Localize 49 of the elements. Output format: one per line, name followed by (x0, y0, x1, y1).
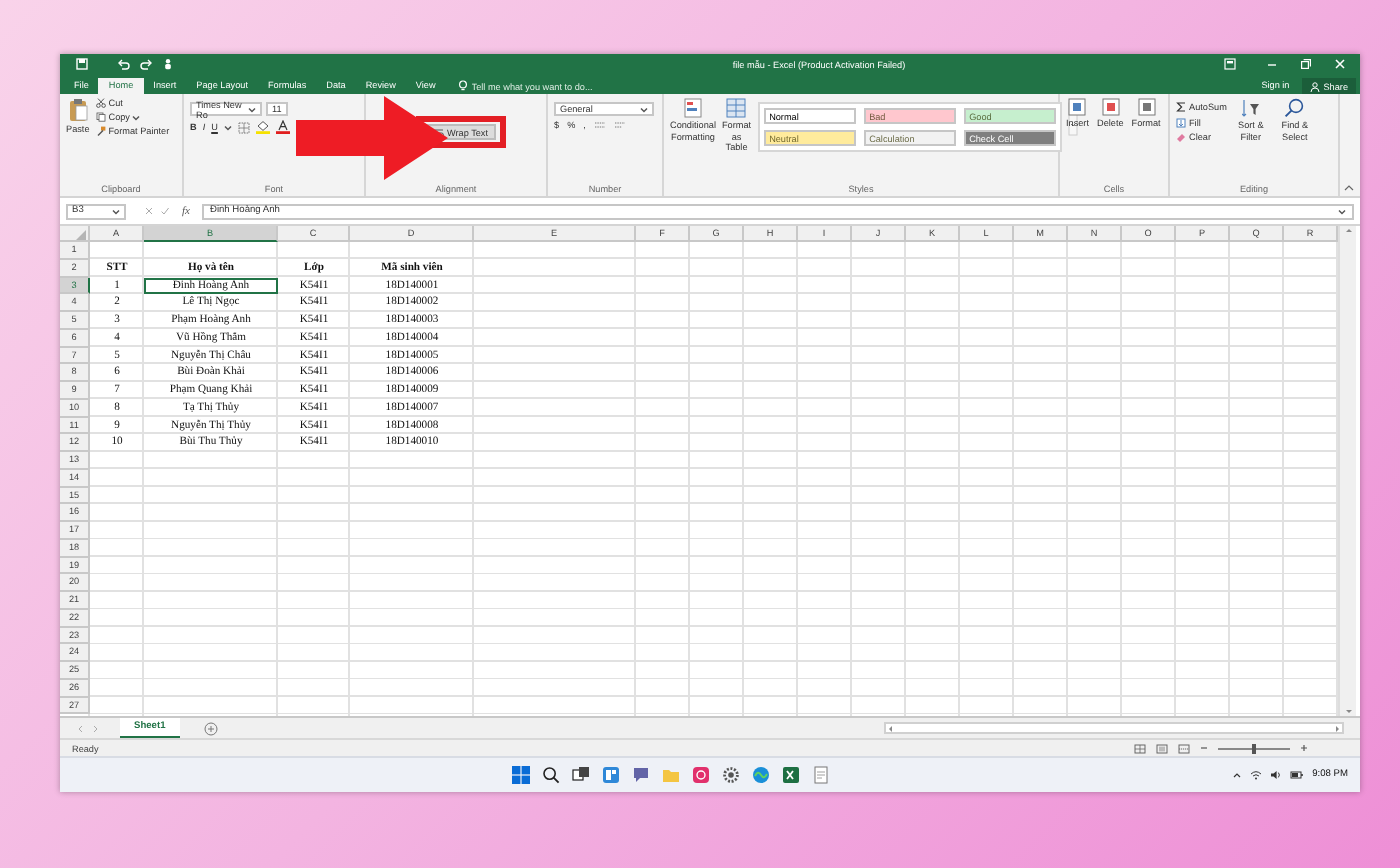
eraser-icon (1176, 132, 1186, 142)
copy-icon (95, 112, 106, 122)
horizontal-scrollbar[interactable] (884, 722, 1344, 734)
scroll-right-icon[interactable] (1334, 723, 1342, 733)
save-icon[interactable] (76, 58, 88, 70)
search-icon[interactable] (542, 766, 560, 784)
caret-icon[interactable] (640, 105, 648, 113)
page-layout-icon[interactable] (1156, 743, 1168, 753)
camera-ring-icon[interactable] (692, 766, 710, 784)
zoom-out-icon[interactable] (1200, 744, 1208, 752)
minimize-icon[interactable] (1266, 58, 1278, 70)
fill-bucket-icon[interactable] (255, 120, 270, 134)
page-break-icon[interactable] (1178, 743, 1190, 753)
gear-icon[interactable] (722, 766, 740, 784)
paintbrush-icon (95, 126, 106, 136)
caret-icon[interactable] (248, 105, 256, 113)
wave-icon[interactable] (752, 766, 770, 784)
font-color-icon[interactable] (275, 120, 290, 134)
scroll-left-icon[interactable] (886, 723, 894, 733)
vertical-scrollbar[interactable] (1338, 226, 1356, 716)
search-icon (1284, 98, 1305, 118)
ribbon-options-icon[interactable] (1224, 58, 1236, 70)
panels-icon[interactable] (602, 766, 620, 784)
four-squares-icon[interactable] (512, 766, 530, 784)
close-icon[interactable] (1334, 58, 1346, 70)
add-sheet-icon[interactable] (203, 721, 218, 735)
table-icon (726, 98, 747, 118)
restore-icon[interactable] (1300, 58, 1312, 70)
zoom-in-icon[interactable] (1300, 744, 1308, 752)
caret-icon[interactable] (1338, 207, 1346, 215)
normal-view-icon[interactable] (1134, 743, 1146, 753)
sort-icon (1241, 98, 1260, 118)
redo-icon[interactable] (140, 58, 152, 70)
sigma-icon (1176, 102, 1186, 112)
two-windows-icon[interactable] (572, 766, 590, 784)
speaker-icon[interactable] (1270, 770, 1283, 780)
caret-icon[interactable] (132, 113, 141, 121)
wifi-icon[interactable] (1250, 770, 1263, 780)
spreadsheet-icon[interactable] (782, 766, 800, 784)
chat-bubble-icon[interactable] (632, 766, 650, 784)
chevron-up-icon[interactable] (1232, 770, 1243, 780)
fill-down-icon (1176, 117, 1186, 127)
lightbulb-icon (457, 80, 468, 92)
collapse-ribbon-icon[interactable] (1344, 184, 1354, 192)
scissors-icon (95, 98, 106, 108)
battery-icon[interactable] (1290, 770, 1305, 780)
caret-icon[interactable] (112, 207, 120, 215)
caret-icon[interactable] (223, 123, 232, 131)
undo-icon[interactable] (118, 58, 130, 70)
